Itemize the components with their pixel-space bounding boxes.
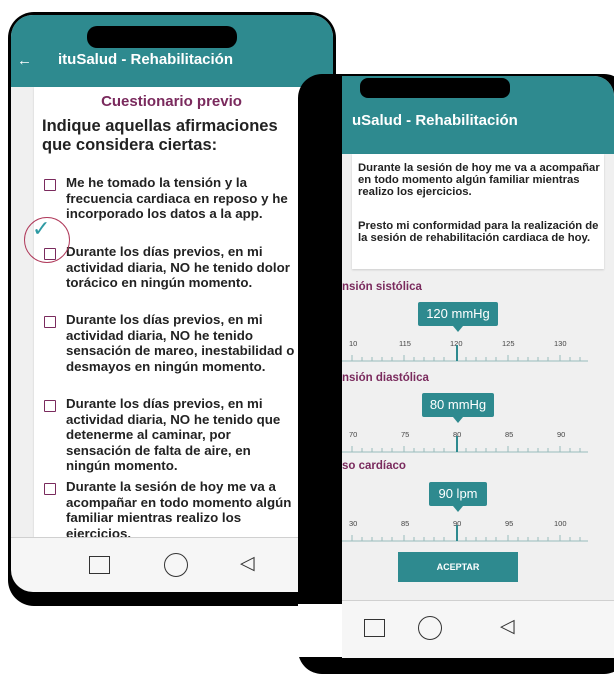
slider-scale <box>342 355 588 362</box>
phone-notch <box>360 78 510 98</box>
slider-needle[interactable] <box>456 436 458 452</box>
bubble-pointer <box>453 506 463 512</box>
checkbox[interactable] <box>44 179 56 191</box>
circle-icon[interactable] <box>164 553 188 577</box>
triangle-back-icon[interactable]: ◁ <box>240 554 255 573</box>
checkbox[interactable] <box>44 400 56 412</box>
accept-button[interactable]: ACEPTAR <box>398 552 518 582</box>
bubble-pointer <box>453 417 463 423</box>
tick-label: 70 <box>349 430 358 439</box>
card-paragraph: Presto mi conformidad para la realizació… <box>358 220 599 245</box>
tick-label: 125 <box>502 339 515 348</box>
app-title: ituSalud - Rehabilitación <box>58 51 234 68</box>
statement-text: Durante los días previos, en mi activida… <box>66 396 281 473</box>
value-bubble: 80 mmHg <box>422 393 494 417</box>
statement-text: Durante los días previos, en mi activida… <box>66 244 290 290</box>
tick-label: 75 <box>401 430 410 439</box>
systolic-label: nsión sistólica <box>342 281 422 293</box>
app-title: uSalud - Rehabilitación <box>352 112 518 129</box>
statement-text: Me he tomado la tensión y la frecuencia … <box>66 175 288 221</box>
circle-icon[interactable] <box>418 616 442 640</box>
triangle-back-icon[interactable]: ◁ <box>500 617 515 636</box>
nav-bar: ◁ <box>11 537 333 592</box>
checkmark-icon: ✓ <box>32 216 51 241</box>
tick-label: 30 <box>349 519 358 528</box>
slider-scale <box>342 535 588 542</box>
tick-label: 95 <box>505 519 514 528</box>
frame-cutout <box>298 604 342 657</box>
slider-scale <box>342 446 588 453</box>
tick-label: 100 <box>554 519 567 528</box>
tick-label: 85 <box>401 519 410 528</box>
questionnaire-instruction: Indique aquellas afirmaciones que consid… <box>42 117 278 154</box>
statement-text: Durante la sesión de hoy me va a acompañ… <box>66 479 292 537</box>
square-icon[interactable] <box>89 556 110 574</box>
heart-rate-slider[interactable]: 90 lpm 30 85 90 95 100 <box>342 478 614 548</box>
nav-bar: ◁ <box>342 600 614 658</box>
value-bubble: 90 lpm <box>429 482 487 506</box>
diastolic-label: nsión diastólica <box>342 372 429 384</box>
checkbox[interactable] <box>44 483 56 495</box>
slider-needle[interactable] <box>456 345 458 361</box>
screen-left: ← ituSalud - Rehabilitación Cuestionario… <box>11 15 333 537</box>
statement-text: Durante los días previos, en mi activida… <box>66 312 295 374</box>
tick-label: 10 <box>349 339 358 348</box>
square-icon[interactable] <box>364 619 385 637</box>
heart-rate-label: so cardíaco <box>342 460 406 472</box>
phone-left: ← ituSalud - Rehabilitación Cuestionario… <box>8 12 336 606</box>
bubble-pointer <box>453 326 463 332</box>
slider-needle[interactable] <box>456 525 458 541</box>
confirmation-card: Durante la sesión de hoy me va a acompañ… <box>352 154 604 269</box>
screen-right: uSalud - Rehabilitación Durante la sesió… <box>342 76 614 601</box>
questionnaire-title: Cuestionario previo <box>101 93 242 110</box>
checkbox[interactable] <box>44 316 56 328</box>
value-bubble: 120 mmHg <box>418 302 498 326</box>
tick-label: 90 <box>557 430 566 439</box>
tick-label: 130 <box>554 339 567 348</box>
systolic-slider[interactable]: 120 mmHg 10 115 120 125 130 <box>342 298 614 368</box>
tick-label: 85 <box>505 430 514 439</box>
questionnaire-card: Cuestionario previo Indique aquellas afi… <box>34 87 309 537</box>
arrow-left-icon[interactable]: ← <box>17 52 32 69</box>
tick-label: 115 <box>399 339 411 348</box>
diastolic-slider[interactable]: 80 mmHg 70 75 80 85 90 <box>342 389 614 459</box>
card-paragraph: Durante la sesión de hoy me va a acompañ… <box>358 162 600 199</box>
phone-notch <box>87 26 237 48</box>
